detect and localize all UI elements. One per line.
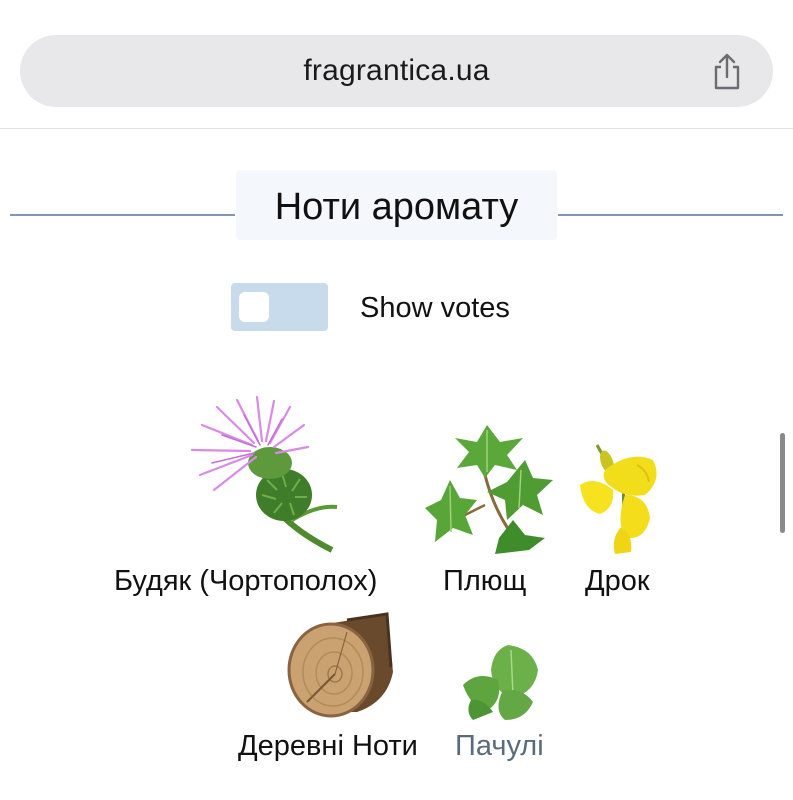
note-ivy[interactable]: Плющ xyxy=(425,420,555,605)
note-label-patchouli: Пачулі xyxy=(455,730,544,762)
note-thistle[interactable]: Будяк (Чортополох) xyxy=(110,395,420,605)
section-divider-left xyxy=(10,214,235,216)
note-woody-notes[interactable]: Деревні Ноти xyxy=(235,612,450,772)
note-patchouli[interactable]: Пачулі xyxy=(455,640,560,770)
ivy-image xyxy=(425,425,553,554)
note-label-thistle: Будяк (Чортополох) xyxy=(114,565,378,597)
gorse-image xyxy=(580,444,657,554)
section-divider-right xyxy=(558,214,783,216)
note-gorse[interactable]: Дрок xyxy=(575,440,685,605)
wood-log-image xyxy=(287,612,393,718)
toggle-knob xyxy=(239,292,269,322)
thistle-image xyxy=(190,395,338,553)
share-icon[interactable] xyxy=(709,53,745,91)
note-label-woody-notes: Деревні Ноти xyxy=(238,730,418,762)
show-votes-label: Show votes xyxy=(360,292,510,324)
page-scrollbar[interactable] xyxy=(780,433,785,533)
note-label-ivy: Плющ xyxy=(443,565,527,597)
address-bar[interactable]: fragrantica.ua xyxy=(20,35,773,107)
browser-top-bar: fragrantica.ua xyxy=(0,0,793,129)
patchouli-image xyxy=(463,645,538,720)
note-label-gorse: Дрок xyxy=(585,565,650,597)
show-votes-toggle[interactable] xyxy=(231,283,328,331)
url-text[interactable]: fragrantica.ua xyxy=(20,54,773,88)
section-title: Ноти аромату xyxy=(274,186,519,228)
section-title-box: Ноти аромату xyxy=(236,170,557,240)
